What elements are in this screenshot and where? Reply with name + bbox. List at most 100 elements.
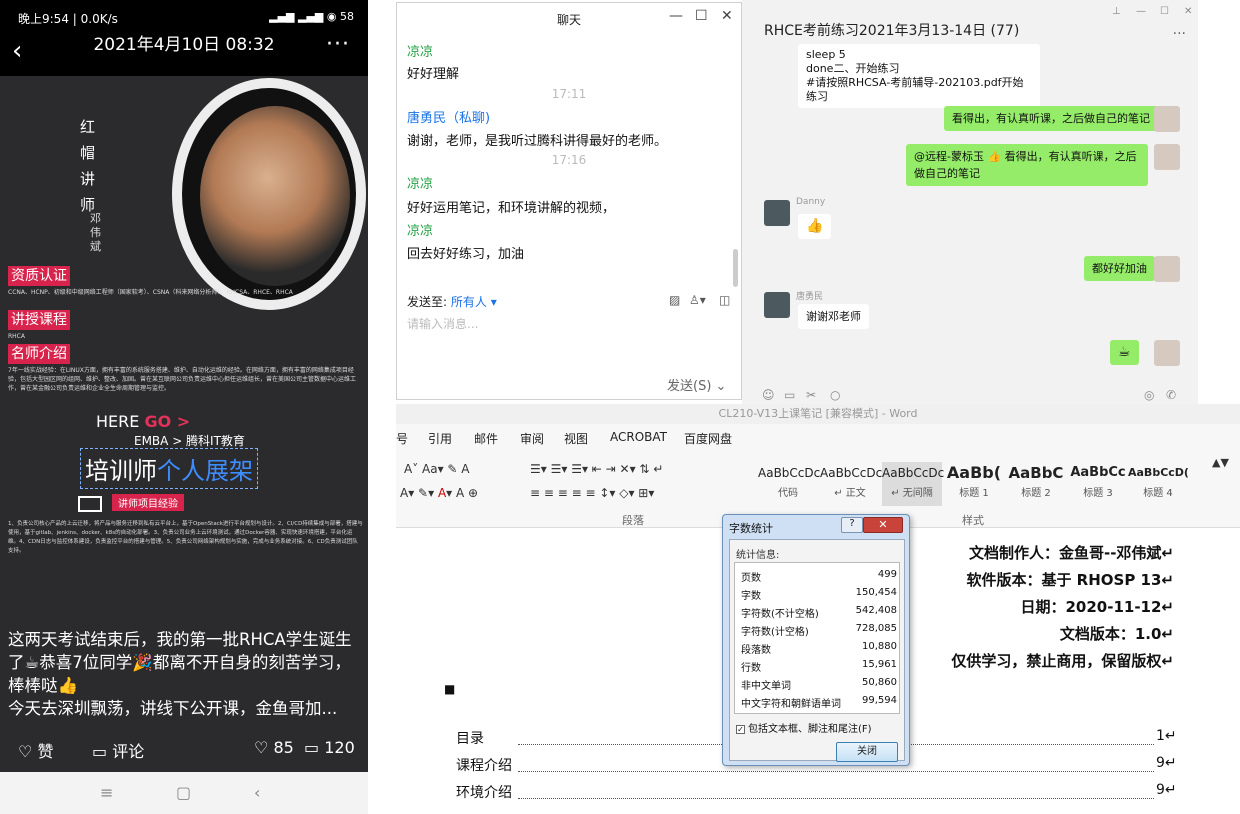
stats-label: 统计信息:	[736, 550, 780, 561]
style-no-spacing[interactable]: AaBbCcDc ↵ 无间隔	[882, 462, 944, 506]
sender-name: Danny	[796, 197, 826, 207]
close-icon[interactable]: ✕	[1184, 6, 1192, 17]
group-styles: 样式	[962, 514, 984, 527]
toc-page: 1↵	[1156, 728, 1177, 744]
wechat-group-window: ⊥ — ☐ ✕ RHCE考前练习2021年3月13-14日 (77) ··· s…	[742, 0, 1198, 406]
live-icon[interactable]: ◎	[1144, 388, 1154, 402]
avatar[interactable]	[1154, 106, 1180, 132]
chat-title: 聊天	[557, 13, 582, 27]
post-caption-2[interactable]: 今天去深圳飘荡，讲线下公开课，金鱼哥加...	[8, 698, 366, 720]
phone-icon[interactable]: ✆	[1166, 388, 1176, 402]
moments-header: ‹ 2021年4月10日 08:32 ···	[0, 34, 368, 76]
list-icons[interactable]: ☰▾ ☰▾ ☰▾ ⇤ ⇥ ✕▾ ⇅ ↵	[530, 462, 663, 476]
home-nav-icon[interactable]: ▢	[176, 783, 191, 802]
include-footnotes-checkbox[interactable]: ✓ 包括文本框、脚注和尾注(F)	[736, 720, 872, 735]
more-icon[interactable]: ···	[326, 34, 350, 56]
tab-references[interactable]: 引用	[428, 430, 452, 447]
send-button[interactable]: 发送(S) ⌄	[667, 375, 726, 394]
dialog-close-icon[interactable]: ✕	[863, 517, 903, 533]
tab-view[interactable]: 视图	[564, 430, 588, 447]
align-icons[interactable]: ≡ ≡ ≡ ≡ ≡ ↕▾ ◇▾ ⊞▾	[530, 486, 654, 500]
style-heading-1[interactable]: AaBb(标题 1	[944, 462, 1004, 506]
ribbon-tabs: 号 引用 邮件 审阅 视图 ACROBAT 百度网盘	[396, 424, 1240, 452]
style-heading-3[interactable]: AaBbCc 标题 3	[1068, 462, 1128, 506]
status-bar: 晚上9:54 | 0.0K/s ▂▄▆ ▂▄▆ ◉ 58	[0, 0, 368, 34]
avatar[interactable]	[1154, 256, 1180, 282]
toc-entry[interactable]: 环境介绍	[456, 782, 512, 802]
menu-nav-icon[interactable]: ≡	[100, 783, 113, 802]
avatar[interactable]	[1154, 144, 1180, 170]
maximize-icon[interactable]: ☐	[695, 8, 708, 24]
panel-icon[interactable]: ◫	[719, 293, 730, 307]
stat-row: 行数 15,961	[741, 659, 897, 674]
user-icon[interactable]: ♙▾	[689, 293, 706, 307]
post-date: 2021年4月10日 08:32	[93, 35, 275, 55]
tab-partial[interactable]: 号	[396, 430, 408, 447]
close-button[interactable]: 关闭	[836, 742, 898, 762]
tab-acrobat[interactable]: ACROBAT	[610, 430, 667, 444]
image-icon[interactable]: ▨	[669, 293, 680, 307]
msg-text: 好好理解	[407, 67, 460, 82]
stat-row: 页数 499	[741, 569, 897, 584]
font-size-icon[interactable]: A˅ Aa▾ ✎ A	[404, 462, 470, 476]
message-bubble-self: @远程-蒙标玉 👍 看得出，有认真听课，之后做自己的笔记	[906, 144, 1148, 186]
msg-text: 好好运用笔记，和环境讲解的视频，	[407, 201, 616, 216]
msg-time: 17:16	[551, 153, 587, 167]
scissors-icon[interactable]: ✂	[806, 388, 816, 402]
section-qualification: 资质认证	[8, 266, 70, 286]
chat-scrollbar[interactable]	[733, 249, 738, 287]
minimize-icon[interactable]: —	[669, 8, 683, 24]
word-count-dialog: 字数统计 ? ✕ 统计信息: 页数 499 字数 150,454 字符数(不计空格)…	[722, 514, 910, 766]
toc-entry[interactable]: 目录	[456, 728, 484, 748]
doc-copyright: 仅供学习，禁止商用，保留版权↵	[951, 652, 1174, 670]
message-bubble: 👍	[798, 214, 832, 239]
msg-sender: 凉凉	[407, 224, 434, 239]
comment-count[interactable]: ▭ 120	[304, 738, 355, 757]
like-count[interactable]: ♡ 85	[254, 738, 294, 757]
style-heading-4[interactable]: AaBbCcD(标题 4	[1128, 462, 1189, 506]
help-button[interactable]: ?	[841, 517, 863, 533]
tab-review[interactable]: 审阅	[520, 430, 544, 447]
stat-row: 字数 150,454	[741, 587, 897, 602]
send-to[interactable]: 发送至: 所有人 ▾	[407, 293, 497, 310]
toc-page: 9↵	[1156, 782, 1177, 798]
more-icon[interactable]: ···	[1173, 26, 1186, 42]
pin-icon[interactable]: ⊥	[1112, 6, 1121, 17]
tab-baidu[interactable]: 百度网盘	[684, 430, 732, 447]
stat-row: 字符数(计空格) 728,085	[741, 623, 897, 638]
like-button[interactable]: ♡ 赞	[18, 738, 53, 762]
section-intro: 名师介绍	[8, 344, 70, 364]
msg-sender: 凉凉	[407, 177, 434, 192]
message-input[interactable]: 请输入消息...	[407, 315, 478, 332]
minimize-icon[interactable]: —	[1136, 6, 1146, 17]
poster-vertical-title: 红帽讲师	[80, 118, 96, 214]
close-icon[interactable]: ✕	[721, 8, 733, 24]
doc-author: 文档制作人：金鱼哥--邓伟斌↵	[968, 544, 1174, 562]
group-paragraph: 段落	[622, 514, 644, 527]
comment-button[interactable]: ▭ 评论	[92, 738, 144, 762]
style-heading-2[interactable]: AaBbC 标题 2	[1006, 462, 1066, 506]
style-normal[interactable]: AaBbCcDc ↵ 正文	[820, 462, 882, 506]
back-nav-icon[interactable]: ‹	[254, 783, 260, 802]
avatar[interactable]	[764, 200, 790, 226]
tab-mailings[interactable]: 邮件	[474, 430, 498, 447]
find-icon[interactable]: ▲▼	[1212, 456, 1229, 469]
qq-chat-window: 聊天 — ☐ ✕ 凉凉 好好理解 17:11 唐勇民（私聊) 谢谢，老师，是我听…	[396, 2, 742, 400]
avatar[interactable]	[764, 292, 790, 318]
stat-row: 中文字符和朝鲜语单词 99,594	[741, 695, 897, 710]
post-caption: 这两天考试结束后，我的第一批RHCA学生诞生了☕恭喜7位同学🎉都离不开自身的刻苦…	[8, 630, 352, 695]
message-bubble: 谢谢邓老师	[798, 304, 869, 329]
folder-icon[interactable]: ▭	[784, 388, 795, 402]
msg-text: 回去好好练习，加油	[407, 247, 525, 262]
message-bubble-self: 看得出，有认真听课，之后做自己的笔记	[944, 106, 1158, 131]
font-color-icon[interactable]: A▾ ✎▾ A▾ A ⊕	[400, 486, 478, 500]
chat-bubble-icon[interactable]: ○	[830, 388, 840, 402]
section-qualification-text: CCNA、HCNP、初级和中级网络工程师（国家软考）、CSNA（科来网络分析师）…	[8, 289, 293, 296]
style-code[interactable]: AaBbCcDc 代码	[758, 462, 820, 506]
emoji-icon[interactable]: ☺	[762, 388, 775, 402]
maximize-icon[interactable]: ☐	[1160, 6, 1169, 17]
message-bubble: sleep 5 done二、开始练习 #请按照RHCSA-考前辅导-202103.p…	[798, 44, 1040, 108]
avatar[interactable]	[1154, 340, 1180, 366]
poster-here-go: HERE GO >	[96, 412, 191, 431]
toc-entry[interactable]: 课程介绍	[456, 755, 512, 775]
